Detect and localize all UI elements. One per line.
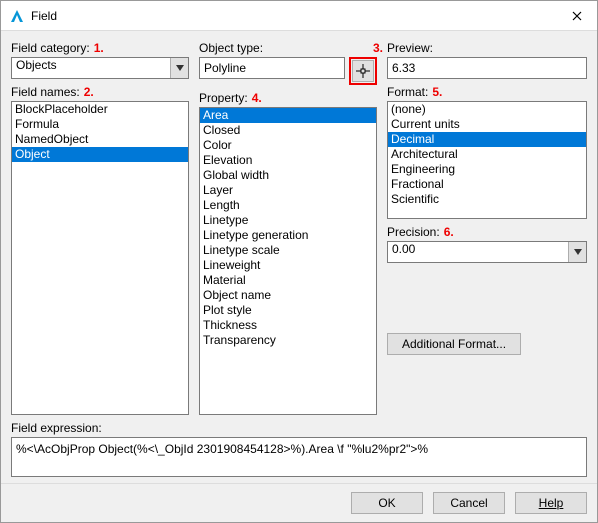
- pick-object-button[interactable]: [352, 60, 374, 82]
- list-item[interactable]: Linetype: [200, 213, 376, 228]
- field-names-listbox[interactable]: BlockPlaceholderFormulaNamedObjectObject: [11, 101, 189, 415]
- list-item[interactable]: Area: [200, 108, 376, 123]
- annotation-3: 3.: [373, 41, 383, 55]
- annotation-2: 2.: [84, 85, 94, 99]
- field-expression-box: %<\AcObjProp Object(%<\_ObjId 2301908454…: [11, 437, 587, 477]
- field-category-combo[interactable]: Objects: [11, 57, 189, 79]
- list-item[interactable]: Plot style: [200, 303, 376, 318]
- window-title: Field: [31, 9, 557, 23]
- chevron-down-icon: [568, 242, 586, 262]
- list-item[interactable]: Engineering: [388, 162, 586, 177]
- chevron-down-icon: [170, 58, 188, 78]
- preview-field: [387, 57, 587, 79]
- preview-label: Preview:: [387, 41, 433, 55]
- field-dialog: Field Field category: 1. Objects Field n…: [0, 0, 598, 523]
- list-item[interactable]: Lineweight: [200, 258, 376, 273]
- list-item[interactable]: BlockPlaceholder: [12, 102, 188, 117]
- property-listbox[interactable]: AreaClosedColorElevationGlobal widthLaye…: [199, 107, 377, 415]
- field-expression-label: Field expression:: [11, 421, 587, 435]
- app-logo-icon: [9, 8, 25, 24]
- format-label: Format:: [387, 85, 428, 99]
- list-item[interactable]: NamedObject: [12, 132, 188, 147]
- list-item[interactable]: Object: [12, 147, 188, 162]
- close-button[interactable]: [557, 1, 597, 31]
- list-item[interactable]: Material: [200, 273, 376, 288]
- help-button[interactable]: Help: [515, 492, 587, 514]
- dialog-body: Field category: 1. Objects Field names: …: [1, 31, 597, 421]
- list-item[interactable]: Transparency: [200, 333, 376, 348]
- annotation-5: 5.: [432, 85, 442, 99]
- precision-combo[interactable]: 0.00: [387, 241, 587, 263]
- list-item[interactable]: Closed: [200, 123, 376, 138]
- list-item[interactable]: (none): [388, 102, 586, 117]
- list-item[interactable]: Architectural: [388, 147, 586, 162]
- additional-format-button[interactable]: Additional Format...: [387, 333, 521, 355]
- list-item[interactable]: Current units: [388, 117, 586, 132]
- list-item[interactable]: Thickness: [200, 318, 376, 333]
- list-item[interactable]: Object name: [200, 288, 376, 303]
- field-expression-section: Field expression: %<\AcObjProp Object(%<…: [1, 421, 597, 483]
- list-item[interactable]: Linetype generation: [200, 228, 376, 243]
- list-item[interactable]: Scientific: [388, 192, 586, 207]
- list-item[interactable]: Length: [200, 198, 376, 213]
- pick-object-highlight: [349, 57, 377, 85]
- field-names-label: Field names:: [11, 85, 80, 99]
- annotation-4: 4.: [252, 91, 262, 105]
- cancel-button[interactable]: Cancel: [433, 492, 505, 514]
- annotation-1: 1.: [94, 41, 104, 55]
- list-item[interactable]: Fractional: [388, 177, 586, 192]
- annotation-6: 6.: [444, 225, 454, 239]
- list-item[interactable]: Decimal: [388, 132, 586, 147]
- list-item[interactable]: Linetype scale: [200, 243, 376, 258]
- object-type-label: Object type:: [199, 41, 263, 55]
- precision-label: Precision:: [387, 225, 440, 239]
- format-listbox[interactable]: (none)Current unitsDecimalArchitecturalE…: [387, 101, 587, 219]
- crosshair-icon: [356, 64, 370, 78]
- property-label: Property:: [199, 91, 248, 105]
- list-item[interactable]: Global width: [200, 168, 376, 183]
- field-category-label: Field category:: [11, 41, 90, 55]
- list-item[interactable]: Layer: [200, 183, 376, 198]
- list-item[interactable]: Formula: [12, 117, 188, 132]
- dialog-buttons: OK Cancel Help: [1, 483, 597, 522]
- list-item[interactable]: Elevation: [200, 153, 376, 168]
- ok-button[interactable]: OK: [351, 492, 423, 514]
- titlebar: Field: [1, 1, 597, 31]
- list-item[interactable]: Color: [200, 138, 376, 153]
- object-type-input[interactable]: [199, 57, 345, 79]
